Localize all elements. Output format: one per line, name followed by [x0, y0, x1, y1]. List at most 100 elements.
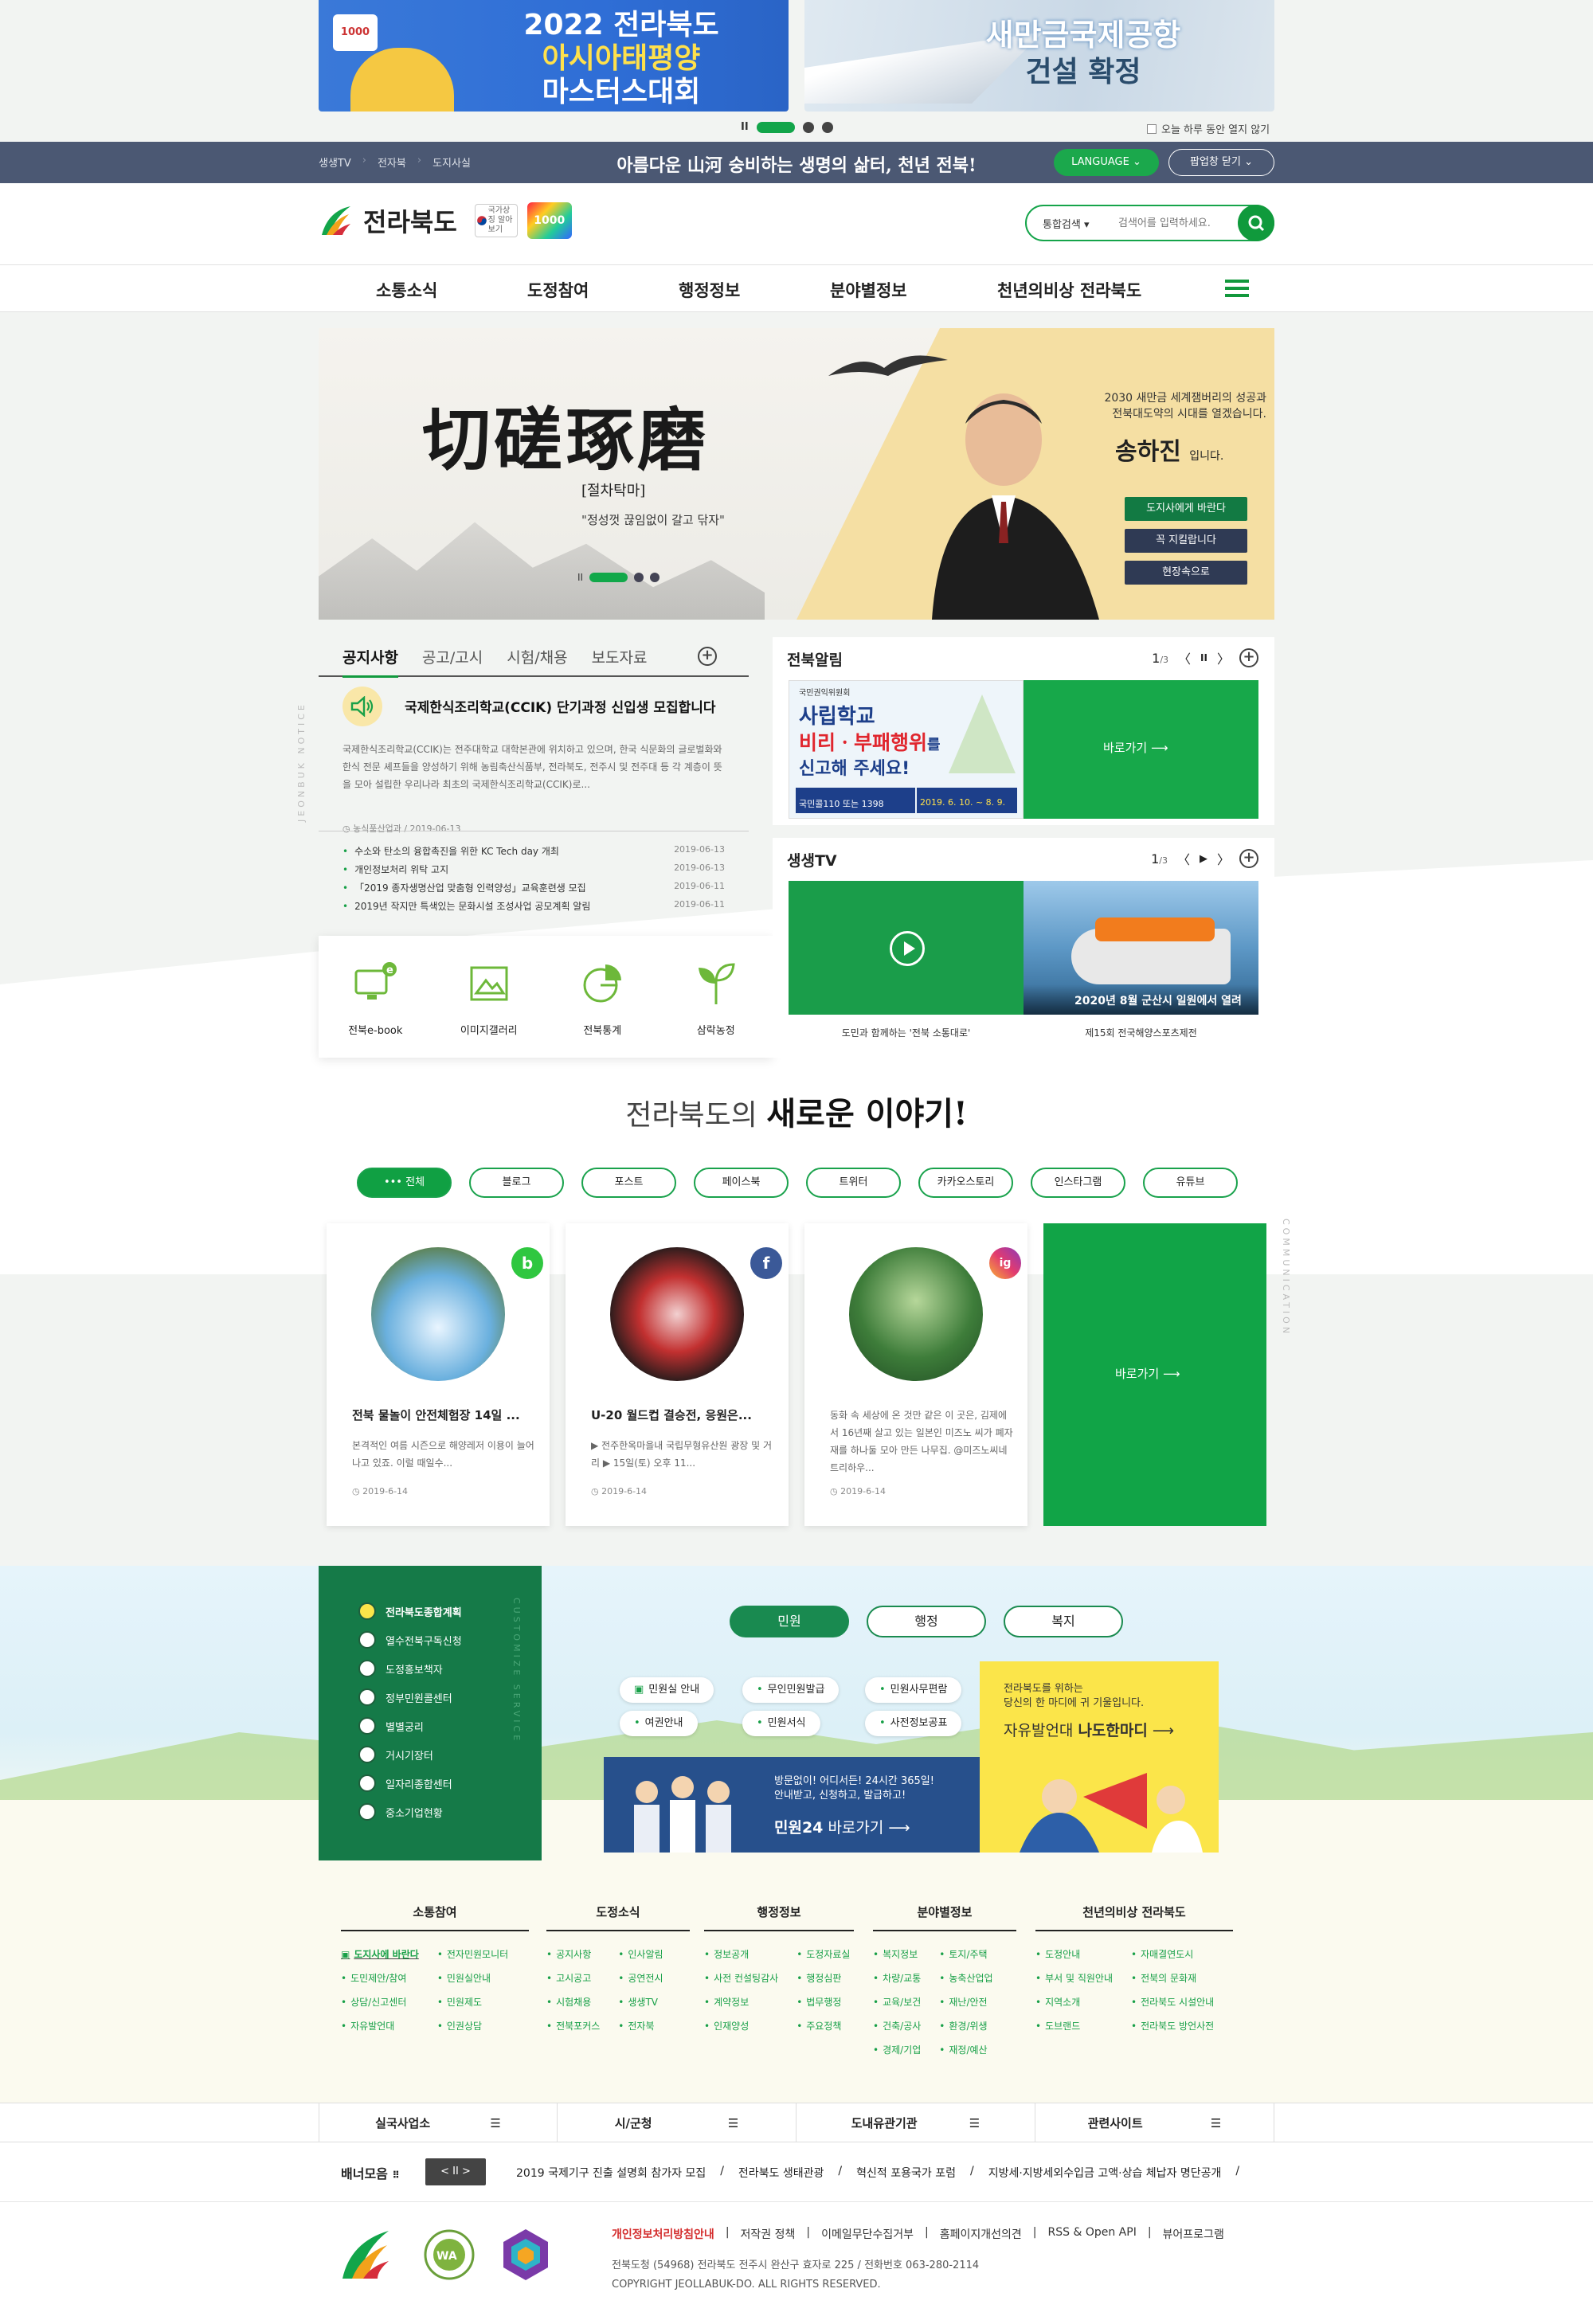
gnb-item-communication[interactable]: 소통소식 [376, 278, 437, 302]
site-dropdown[interactable]: 도내유관기관 ☰ [796, 2103, 1035, 2143]
viewer-link[interactable]: 뷰어프로그램 [1163, 2226, 1224, 2242]
service-item[interactable]: 일자리종합센터 [358, 1774, 452, 1792]
topbar-link-governor[interactable]: 도지사실 [432, 155, 471, 170]
civil-link[interactable]: ▣ 민원실 안내 [620, 1677, 714, 1703]
search-button[interactable] [1238, 205, 1274, 241]
tab-admin[interactable]: 행정 [867, 1606, 986, 1637]
footer-menu-item[interactable]: • 토지/주택 [939, 1943, 996, 1966]
video-thumbnail[interactable]: 2020년 8월 군산시 일원에서 열려 [1024, 881, 1258, 1015]
filter-post[interactable]: 포스트 [581, 1168, 676, 1198]
footer-menu-item[interactable]: • 환경/위생 [939, 2014, 996, 2038]
footer-menu-item[interactable]: • 자매결연도시 [1131, 1943, 1218, 1966]
banner-link[interactable]: 전라북도 생태관광 [738, 2165, 824, 2181]
footer-menu-item[interactable]: • 건축/공사 [873, 2014, 925, 2038]
footer-menu-item[interactable]: • 고시공고 [546, 1966, 604, 1990]
footer-menu-title[interactable]: 소통참여 [341, 1903, 529, 1931]
popup-banner-masters[interactable]: 1000 2022 전라북도 아시아태평양 마스터스대회 [319, 0, 789, 112]
language-button[interactable]: LANGUAGE ⌄ [1054, 149, 1159, 176]
today-checkbox[interactable] [1147, 123, 1157, 134]
story-card[interactable]: ig 동화 속 세상에 온 것만 같은 이 곳은, 김제에서 16년째 살고 있… [804, 1223, 1027, 1526]
service-item[interactable]: 중소기업현황 [358, 1803, 443, 1821]
tab-civil[interactable]: 민원 [730, 1606, 849, 1637]
footer-menu-item[interactable]: • 전북의 문화재 [1131, 1966, 1218, 1990]
footer-menu-item[interactable]: • 사전 컨설팅감사 [704, 1966, 782, 1990]
footer-menu-item[interactable]: • 시험채용 [546, 1990, 604, 2014]
footer-menu-title[interactable]: 행정정보 [704, 1903, 854, 1931]
rss-link[interactable]: RSS & Open API [1048, 2226, 1137, 2242]
pager-dot[interactable] [634, 573, 644, 582]
play-icon[interactable]: ▶ [1200, 853, 1207, 865]
hero-btn-promise[interactable]: 꼭 지킬랍니다 [1125, 529, 1247, 553]
filter-youtube[interactable]: 유튜브 [1143, 1168, 1238, 1198]
all-menu-icon[interactable] [1225, 280, 1249, 299]
topbar-link-tv[interactable]: 생생TV [319, 155, 351, 170]
tab-notice[interactable]: 공지사항 [342, 646, 398, 678]
site-dropdown[interactable]: 실국사업소 ☰ [319, 2103, 558, 2143]
pager-dot[interactable] [802, 121, 814, 133]
popup-close-button[interactable]: 팝업창 닫기 ⌄ [1168, 149, 1274, 176]
service-item[interactable]: 전라북도종합계획 [358, 1602, 462, 1620]
list-item[interactable]: • 「2019 종자생명산업 맞춤형 인력양성」교육훈련생 모집 2019-06-1… [342, 881, 725, 899]
list-item[interactable]: • 개인정보처리 위탁 고지 2019-06-13 [342, 863, 725, 881]
civil-link[interactable]: • 민원서식 [742, 1711, 820, 1736]
filter-facebook[interactable]: 페이스북 [694, 1168, 789, 1198]
gnb-item-millennium[interactable]: 천년의비상 전라북도 [997, 278, 1141, 302]
alert-banner-image[interactable]: 국민권익위원회 사립학교 비리ㆍ부패행위를 신고해 주세요! 국민콜110 또는… [789, 680, 1024, 819]
pager-dot[interactable] [821, 121, 833, 133]
footer-menu-item[interactable]: • 교육/보건 [873, 1990, 925, 2014]
footer-menu-item[interactable]: • 상담/신고센터 [341, 1990, 423, 2014]
gnb-item-field-info[interactable]: 분야별정보 [830, 278, 907, 302]
privacy-policy-link[interactable]: 개인정보처리방침안내 [612, 2226, 714, 2242]
quick-farming[interactable]: 삼락농정 [660, 936, 773, 1058]
footer-menu-item[interactable]: • 행정심판 [796, 1966, 854, 1990]
go-button[interactable]: 바로가기 ⟶ [1103, 739, 1168, 756]
feedback-link[interactable]: 홈페이지개선의견 [940, 2226, 1022, 2242]
footer-menu-item[interactable]: • 전북포커스 [546, 2014, 604, 2038]
service-item[interactable]: 도정홍보책자 [358, 1660, 443, 1677]
footer-menu-item[interactable]: • 전자민원모니터 [437, 1943, 512, 1966]
footer-menu-item[interactable]: • 생생TV [618, 1990, 667, 2014]
footer-menu-item[interactable]: • 공연전시 [618, 1966, 667, 1990]
pause-icon[interactable]: II [1200, 652, 1207, 663]
service-item[interactable]: 정부민원콜센터 [358, 1688, 452, 1706]
footer-menu-item[interactable]: • 지역소개 [1035, 1990, 1117, 2014]
footer-menu-item[interactable]: • 재난/안전 [939, 1990, 996, 2014]
play-icon[interactable] [890, 931, 925, 966]
service-item[interactable]: 별별궁리 [358, 1717, 424, 1735]
gnb-item-administration[interactable]: 행정정보 [679, 278, 740, 302]
quick-gallery[interactable]: 이미지갤러리 [432, 936, 546, 1058]
footer-menu-item[interactable]: • 계약정보 [704, 1990, 782, 2014]
pager-dot[interactable] [756, 121, 795, 133]
footer-menu-item[interactable]: • 부서 및 직원안내 [1035, 1966, 1117, 1990]
plus-icon[interactable]: + [1239, 648, 1258, 667]
footer-menu-item[interactable]: • 인재양성 [704, 2014, 782, 2038]
filter-kakaostory[interactable]: 카카오스토리 [918, 1168, 1013, 1198]
national-symbol-link[interactable]: 국가상징 알아보기 [474, 204, 518, 237]
civil-link[interactable]: • 사전정보공표 [865, 1711, 962, 1736]
footer-menu-item[interactable]: • 경제/기업 [873, 2038, 925, 2062]
video-thumbnail[interactable] [789, 881, 1024, 1015]
chevron-right-icon[interactable]: 〉 [1217, 648, 1230, 667]
service-item[interactable]: 거시기장터 [358, 1746, 433, 1763]
plus-icon[interactable]: + [1239, 849, 1258, 868]
email-refusal-link[interactable]: 이메일무단수집거부 [821, 2226, 914, 2242]
footer-menu-item[interactable]: • 도정자료실 [796, 1943, 854, 1966]
list-item[interactable]: • 2019년 작지만 특색있는 문화시설 조성사업 공모계획 알림 2019-06… [342, 899, 725, 917]
site-dropdown[interactable]: 관련사이트 ☰ [1035, 2103, 1274, 2143]
footer-menu-item[interactable]: • 주요정책 [796, 2014, 854, 2038]
video-title[interactable]: 제15회 전국해양스포츠제전 [1024, 1026, 1258, 1039]
civil-link[interactable]: • 무인민원발급 [742, 1677, 840, 1703]
filter-blog[interactable]: 블로그 [469, 1168, 564, 1198]
footer-menu-item[interactable]: • 인권상담 [437, 2014, 512, 2038]
today-close[interactable]: 오늘 하루 동안 열지 않기 [1147, 121, 1270, 136]
civil-link[interactable]: • 민원사무편람 [865, 1677, 962, 1703]
gnb-item-participation[interactable]: 도정참여 [527, 278, 589, 302]
story-card[interactable]: b 전북 물놀이 안전체험장 14일 ... 본격적인 여름 시즌으로 해양레저… [327, 1223, 550, 1526]
filter-instagram[interactable]: 인스타그램 [1031, 1168, 1125, 1198]
footer-menu-item[interactable]: • 전자북 [618, 2014, 667, 2038]
copyright-policy-link[interactable]: 저작권 정책 [741, 2226, 796, 2242]
civil-link[interactable]: • 여권안내 [620, 1711, 698, 1736]
footer-menu-title[interactable]: 분야별정보 [873, 1903, 1016, 1931]
minwon24-banner[interactable]: 방문없이! 어디서든! 24시간 365일! 안내받고, 신청하고, 발급하고! … [604, 1757, 980, 1853]
footer-menu-item[interactable]: • 전라북도 시설안내 [1131, 1990, 1218, 2014]
